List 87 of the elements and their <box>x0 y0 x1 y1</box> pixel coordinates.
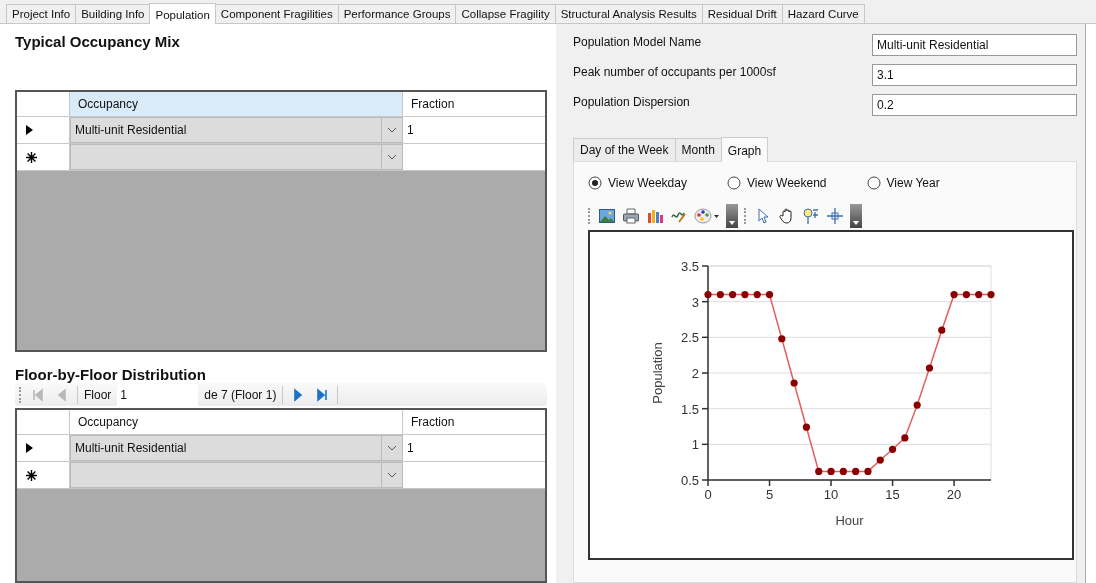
data-point <box>888 445 897 453</box>
tab[interactable]: Performance Groups <box>337 4 457 23</box>
data-point <box>741 290 749 299</box>
tab[interactable]: Building Info <box>75 4 151 23</box>
radio-button[interactable] <box>726 176 741 190</box>
bar-chart-icon[interactable] <box>646 207 664 225</box>
data-point <box>815 467 823 476</box>
tab[interactable]: Population <box>149 3 216 24</box>
text-field[interactable]: Multi-unit Residential <box>872 34 1077 56</box>
field-label: Population Model Name <box>573 34 702 49</box>
occupancy-dropdown[interactable]: Multi-unit Residential <box>70 435 403 462</box>
section-title: Typical Occupancy Mix <box>15 33 181 52</box>
position-field[interactable]: 1 <box>117 383 199 406</box>
tab[interactable]: Month <box>674 138 722 161</box>
field-label: Population Dispersion <box>573 94 690 109</box>
data-point <box>827 467 835 476</box>
chevron-down-icon <box>387 127 397 134</box>
data-point <box>852 467 860 476</box>
data-point <box>962 290 970 299</box>
occupancy-dropdown[interactable]: Multi-unit Residential <box>70 117 403 144</box>
chevron-down-icon <box>387 472 397 479</box>
radio-button[interactable] <box>588 176 602 190</box>
data-point <box>753 290 761 299</box>
data-point <box>802 423 811 431</box>
y-tick-label: 1 <box>691 437 699 453</box>
crosshair-icon[interactable] <box>826 207 844 225</box>
overflow-button[interactable] <box>850 204 862 228</box>
data-point <box>778 335 786 343</box>
text-field[interactable]: 3.1 <box>872 64 1077 86</box>
overflow-button[interactable] <box>726 204 738 228</box>
chevron-down-icon <box>387 445 397 452</box>
tab[interactable]: Day of the Week <box>573 138 676 161</box>
tab[interactable]: Graph <box>720 137 769 162</box>
data-point <box>839 467 847 476</box>
column-header[interactable]: Occupancy <box>70 92 403 117</box>
radio-option[interactable]: View Year <box>866 176 940 190</box>
data-point <box>864 467 872 476</box>
y-tick-label: 2 <box>691 366 699 381</box>
data-point <box>987 290 995 299</box>
section-title: Floor-by-Floor Distribution <box>15 366 207 384</box>
tab[interactable]: Collapse Fragility <box>455 4 556 23</box>
y-tick-label: 1.5 <box>680 401 699 417</box>
tab[interactable]: Project Info <box>6 4 77 23</box>
x-tick-label: 15 <box>885 487 900 502</box>
caret-icon <box>728 220 736 226</box>
data-point <box>716 290 724 299</box>
printer-icon[interactable] <box>622 207 640 225</box>
data-point <box>913 401 921 409</box>
column-header[interactable]: Fraction <box>403 410 545 435</box>
tab[interactable]: Structural Analysis Results <box>554 4 703 23</box>
tab[interactable]: Component Fragilities <box>214 4 339 23</box>
y-tick-label: 2.5 <box>680 330 699 346</box>
data-point <box>950 290 958 299</box>
x-tick-label: 5 <box>765 487 774 502</box>
x-tick-label: 0 <box>704 487 712 502</box>
radio-option[interactable]: View Weekend <box>726 176 827 190</box>
data-point <box>729 290 737 299</box>
text-field[interactable]: 0.2 <box>872 94 1077 116</box>
data-point <box>765 290 774 299</box>
zoom-icon[interactable] <box>802 207 820 225</box>
y-tick-label: 3.5 <box>680 259 699 274</box>
data-point <box>901 434 909 442</box>
column-header[interactable]: Fraction <box>403 92 545 117</box>
chevron-down-icon <box>387 154 397 161</box>
data-point <box>704 290 712 299</box>
field-label: Peak number of occupants per 1000sf <box>573 64 776 79</box>
record-count: de 7 (Floor 1) <box>204 387 277 402</box>
x-tick-label: 20 <box>946 487 962 502</box>
fraction-cell[interactable]: 1 <box>403 117 545 144</box>
floor-label: Floor <box>84 387 112 402</box>
data-point <box>938 326 946 334</box>
palette-icon[interactable] <box>694 207 720 225</box>
picture-icon[interactable] <box>598 207 616 225</box>
radio-button[interactable] <box>866 176 881 190</box>
radio-option[interactable]: View Weekday <box>588 176 687 190</box>
tab[interactable]: Hazard Curve <box>781 4 865 23</box>
fraction-cell[interactable]: 1 <box>403 435 545 462</box>
data-point <box>925 364 934 372</box>
caret-icon <box>852 220 860 226</box>
data-point <box>876 456 884 464</box>
y-tick-label: 3 <box>691 294 699 310</box>
data-point <box>975 290 983 299</box>
x-axis-label: Hour <box>835 513 864 528</box>
y-tick-label: 0.5 <box>680 473 699 488</box>
y-axis-label: Population <box>650 342 665 404</box>
data-point <box>790 379 798 387</box>
x-tick-label: 10 <box>823 487 839 502</box>
